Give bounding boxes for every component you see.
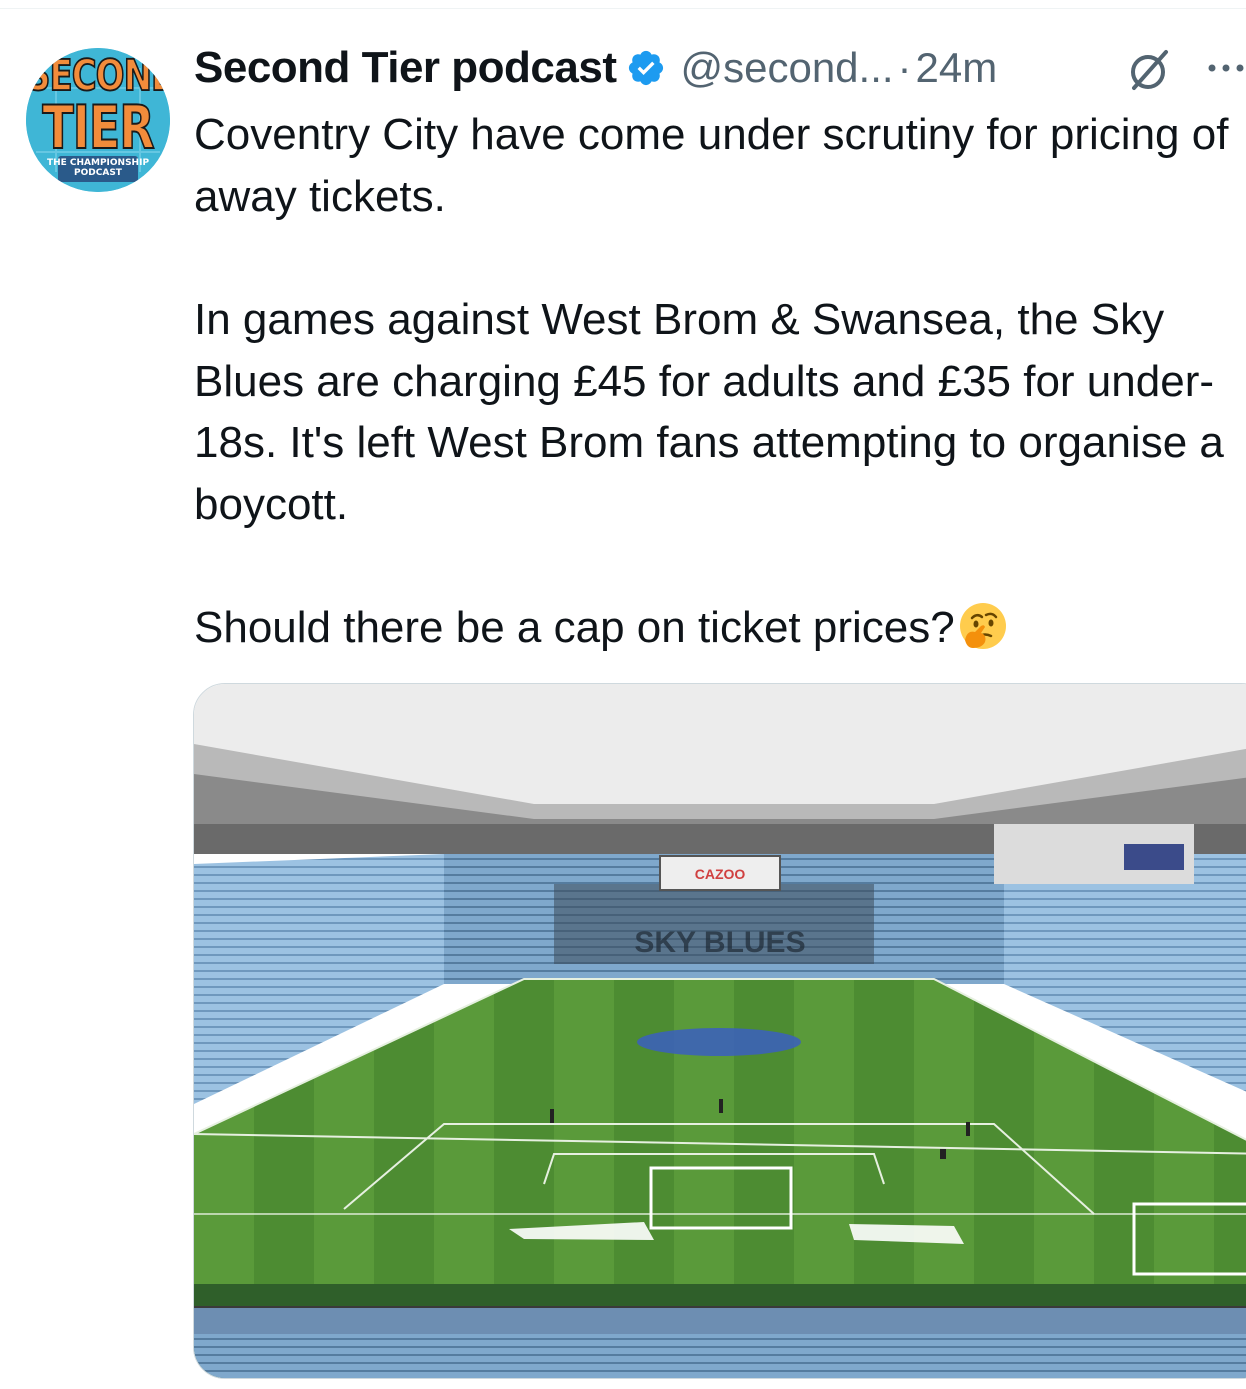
post-time[interactable]: 24m: [916, 44, 998, 92]
author-handle[interactable]: @second...: [680, 44, 893, 92]
stand-lettering: SKY BLUES: [634, 926, 805, 959]
scoreboard-label: CAZOO: [695, 866, 746, 882]
post-media-image[interactable]: CAZOO SKY BLUES: [193, 683, 1246, 1379]
author-name[interactable]: Second Tier podcast: [194, 43, 617, 93]
post-header: Second Tier podcast @second... · 24m: [194, 38, 997, 98]
avatar-title-line2: TIER: [42, 91, 156, 163]
avatar[interactable]: SECOND TIER THE CHAMPIONSHIP PODCAST: [26, 48, 170, 192]
post-question: Should there be a cap on ticket prices?: [194, 603, 955, 652]
post-paragraph-1: Coventry City have come under scrutiny f…: [194, 110, 1229, 221]
thinking-face-emoji-icon: [957, 600, 1009, 652]
post-text: Coventry City have come under scrutiny f…: [194, 104, 1244, 659]
avatar-caption-line1: THE CHAMPIONSHIP: [46, 158, 150, 168]
top-divider: [0, 8, 1246, 9]
avatar-caption: THE CHAMPIONSHIP PODCAST: [26, 158, 170, 178]
stadium-photo-icon: CAZOO SKY BLUES: [194, 684, 1246, 1378]
more-options-icon[interactable]: [1206, 58, 1246, 78]
post-paragraph-3: Should there be a cap on ticket prices?: [194, 597, 1244, 659]
post-paragraph-2: In games against West Brom & Swansea, th…: [194, 295, 1224, 529]
avatar-caption-line2: PODCAST: [74, 168, 122, 178]
verified-badge-icon[interactable]: [626, 48, 666, 88]
grok-icon[interactable]: [1126, 46, 1174, 94]
separator-dot: ·: [897, 44, 912, 91]
